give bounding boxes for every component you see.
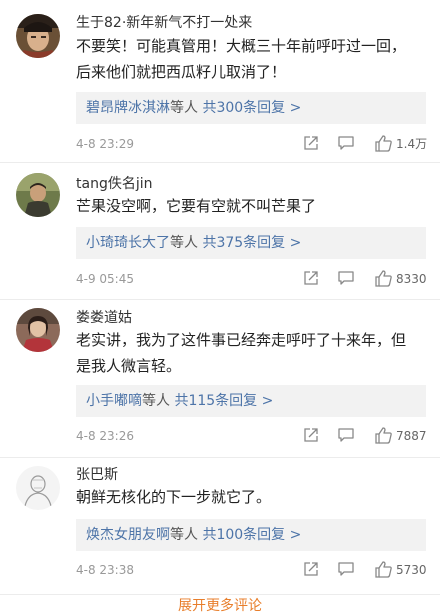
thumbs-up-icon [375,135,392,152]
like-count: 7887 [396,429,427,443]
reply-user-link[interactable]: 小手嘟嘀 [86,393,142,409]
comment-username[interactable]: 张巴斯 [76,464,118,484]
comment-text-line: 是我人微言轻。 [76,357,182,375]
comment-username[interactable]: 娄娄道姑 [76,307,132,327]
like-count: 5730 [396,563,427,577]
thumbs-up-icon [375,427,392,444]
like-count: 8330 [396,272,427,286]
comment-text-line: 后来他们就把西瓜籽儿取消了！ [76,63,287,81]
expand-more-comments-link[interactable]: 展开更多评论 [0,595,440,615]
comment-icon [338,428,354,442]
reply-connector: 等人 [170,100,198,116]
share-button[interactable] [302,134,320,154]
comment-meta: 4-8 23:29 1.4万 [76,134,427,154]
comment-text-line: 不要笑！可能真管用！大概三十年前呼吁过一回， [76,37,407,55]
avatar-sketch-icon [16,466,60,510]
like-count: 1.4万 [396,137,428,151]
replies-link[interactable]: 碧昂牌冰淇淋等人 共300条回复 > [76,92,426,124]
replies-link[interactable]: 焕杰女朋友啊等人 共100条回复 > [76,519,426,551]
comment-item: 张巴斯 朝鲜无核化的下一步就它了。 焕杰女朋友啊等人 共100条回复 > 4-8… [0,458,440,595]
comment-button[interactable] [337,269,355,289]
like-button[interactable]: 5730 [374,560,430,580]
comment-text-line: 朝鲜无核化的下一步就它了。 [76,488,272,506]
comment-feed: 生于82·新年新气不打一处来 不要笑！可能真管用！大概三十年前呼吁过一回， 后来… [0,0,440,595]
reply-count-link[interactable]: 共115条回复 > [174,393,273,409]
replies-link[interactable]: 小琦琦长大了等人 共375条回复 > [76,227,426,259]
reply-connector: 等人 [170,235,198,251]
thumbs-up-icon [375,561,392,578]
share-icon [304,136,318,150]
avatar[interactable] [16,173,60,217]
share-button[interactable] [302,560,320,580]
comment-text: 不要笑！可能真管用！大概三十年前呼吁过一回， 后来他们就把西瓜籽儿取消了！ [76,33,426,85]
thumbs-up-icon [375,270,392,287]
comment-username[interactable]: 生于82·新年新气不打一处来 [76,12,252,32]
share-icon [304,271,318,285]
comment-time: 4-8 23:26 [76,429,134,443]
comment-icon [338,136,354,150]
reply-user-link[interactable]: 碧昂牌冰淇淋 [86,100,170,116]
reply-count-link[interactable]: 共375条回复 > [202,235,301,251]
comment-text: 芒果没空啊，它要有空就不叫芒果了 [76,193,426,219]
comment-item: tang佚名jin 芒果没空啊，它要有空就不叫芒果了 小琦琦长大了等人 共375… [0,163,440,300]
comment-item: 娄娄道姑 老实讲，我为了这件事已经奔走呼吁了十来年，但 是我人微言轻。 小手嘟嘀… [0,300,440,458]
share-icon [304,562,318,576]
reply-user-link[interactable]: 小琦琦长大了 [86,235,170,251]
comment-meta: 4-8 23:26 7887 [76,426,427,446]
comment-text: 朝鲜无核化的下一步就它了。 [76,484,426,510]
avatar[interactable] [16,308,60,352]
avatar-costume-man-icon [16,14,60,58]
avatar-woman-red-icon [16,308,60,352]
share-icon [304,428,318,442]
comment-button[interactable] [337,560,355,580]
avatar[interactable] [16,466,60,510]
comment-meta: 4-8 23:38 5730 [76,560,427,580]
comment-meta: 4-9 05:45 8330 [76,269,427,289]
comment-icon [338,562,354,576]
comment-button[interactable] [337,426,355,446]
replies-link[interactable]: 小手嘟嘀等人 共115条回复 > [76,385,426,417]
like-button[interactable]: 7887 [374,426,430,446]
comment-button[interactable] [337,134,355,154]
reply-count-link[interactable]: 共100条回复 > [202,527,301,543]
reply-user-link[interactable]: 焕杰女朋友啊 [86,527,170,543]
avatar-man-outdoor-icon [16,173,60,217]
comment-username[interactable]: tang佚名jin [76,173,152,193]
comment-time: 4-8 23:38 [76,563,134,577]
like-button[interactable]: 1.4万 [374,134,430,154]
like-button[interactable]: 8330 [374,269,430,289]
comment-text-line: 老实讲，我为了这件事已经奔走呼吁了十来年，但 [76,331,407,349]
reply-connector: 等人 [170,527,198,543]
comment-icon [338,271,354,285]
reply-connector: 等人 [142,393,170,409]
share-button[interactable] [302,269,320,289]
comment-text-line: 芒果没空啊，它要有空就不叫芒果了 [76,197,317,215]
comment-time: 4-9 05:45 [76,272,134,286]
comment-text: 老实讲，我为了这件事已经奔走呼吁了十来年，但 是我人微言轻。 [76,327,426,379]
comment-time: 4-8 23:29 [76,137,134,151]
avatar[interactable] [16,14,60,58]
reply-count-link[interactable]: 共300条回复 > [202,100,301,116]
share-button[interactable] [302,426,320,446]
comment-item: 生于82·新年新气不打一处来 不要笑！可能真管用！大概三十年前呼吁过一回， 后来… [0,0,440,163]
